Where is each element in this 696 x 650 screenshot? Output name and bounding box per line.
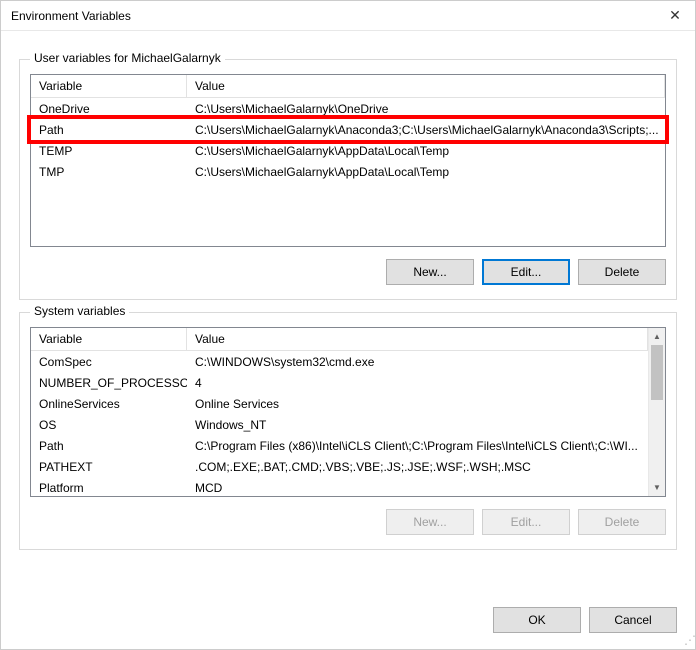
cell-variable: OneDrive [31,100,187,118]
scrollbar[interactable]: ▲ ▼ [648,328,665,496]
column-header-value[interactable]: Value [187,328,648,350]
cell-value: C:\Users\MichaelGalarnyk\OneDrive [187,100,665,118]
cell-value: C:\Users\MichaelGalarnyk\AppData\Local\T… [187,163,665,181]
scroll-track[interactable] [649,345,665,479]
cell-value: .COM;.EXE;.BAT;.CMD;.VBS;.VBE;.JS;.JSE;.… [187,458,648,476]
system-variables-group: System variables Variable Value ComSpec … [19,312,677,550]
cell-value: 4 [187,374,648,392]
table-row[interactable]: NUMBER_OF_PROCESSORS 4 [31,372,648,393]
cell-value: Online Services [187,395,648,413]
titlebar: Environment Variables ✕ [1,1,695,31]
user-group-label: User variables for MichaelGalarnyk [30,51,225,65]
user-variables-table[interactable]: Variable Value OneDrive C:\Users\Michael… [30,74,666,247]
resize-grip-icon[interactable]: ⋰ [680,634,694,648]
ok-button[interactable]: OK [493,607,581,633]
user-table-header: Variable Value [31,75,665,98]
cell-variable: Path [31,121,187,139]
cell-variable: Path [31,437,187,455]
cell-value: C:\Program Files (x86)\Intel\iCLS Client… [187,437,648,455]
scroll-up-icon[interactable]: ▲ [649,328,665,345]
cell-value: C:\Users\MichaelGalarnyk\AppData\Local\T… [187,142,665,160]
cell-variable: ComSpec [31,353,187,371]
column-header-variable[interactable]: Variable [31,328,187,350]
table-row[interactable]: OneDrive C:\Users\MichaelGalarnyk\OneDri… [31,98,665,119]
system-delete-button[interactable]: Delete [578,509,666,535]
user-buttons-row: New... Edit... Delete [30,247,666,289]
system-variables-table[interactable]: Variable Value ComSpec C:\WINDOWS\system… [30,327,666,497]
user-new-button[interactable]: New... [386,259,474,285]
table-row[interactable]: OS Windows_NT [31,414,648,435]
window-title: Environment Variables [11,9,663,23]
scroll-down-icon[interactable]: ▼ [649,479,665,496]
cell-variable: Platform [31,479,187,497]
column-header-value[interactable]: Value [187,75,665,97]
cell-variable: TEMP [31,142,187,160]
close-icon[interactable]: ✕ [663,4,687,28]
cell-variable: TMP [31,163,187,181]
table-row[interactable]: PATHEXT .COM;.EXE;.BAT;.CMD;.VBS;.VBE;.J… [31,456,648,477]
column-header-variable[interactable]: Variable [31,75,187,97]
table-row[interactable]: ComSpec C:\WINDOWS\system32\cmd.exe [31,351,648,372]
user-edit-button[interactable]: Edit... [482,259,570,285]
cell-value: Windows_NT [187,416,648,434]
dialog-buttons-row: OK Cancel [493,607,677,633]
cell-value: MCD [187,479,648,497]
scroll-thumb[interactable] [651,345,663,400]
system-new-button[interactable]: New... [386,509,474,535]
cell-variable: OnlineServices [31,395,187,413]
table-row[interactable]: TEMP C:\Users\MichaelGalarnyk\AppData\Lo… [31,140,665,161]
system-group-label: System variables [30,304,129,318]
system-table-header: Variable Value [31,328,648,351]
system-buttons-row: New... Edit... Delete [30,497,666,539]
cell-value: C:\Users\MichaelGalarnyk\Anaconda3;C:\Us… [187,121,665,139]
table-row-highlighted[interactable]: Path C:\Users\MichaelGalarnyk\Anaconda3;… [31,119,665,140]
cancel-button[interactable]: Cancel [589,607,677,633]
table-row[interactable]: TMP C:\Users\MichaelGalarnyk\AppData\Loc… [31,161,665,182]
table-row[interactable]: Platform MCD [31,477,648,496]
user-delete-button[interactable]: Delete [578,259,666,285]
table-row[interactable]: Path C:\Program Files (x86)\Intel\iCLS C… [31,435,648,456]
cell-value: C:\WINDOWS\system32\cmd.exe [187,353,648,371]
cell-variable: PATHEXT [31,458,187,476]
cell-variable: OS [31,416,187,434]
user-variables-group: User variables for MichaelGalarnyk Varia… [19,59,677,300]
table-row[interactable]: OnlineServices Online Services [31,393,648,414]
system-edit-button[interactable]: Edit... [482,509,570,535]
cell-variable: NUMBER_OF_PROCESSORS [31,374,187,392]
